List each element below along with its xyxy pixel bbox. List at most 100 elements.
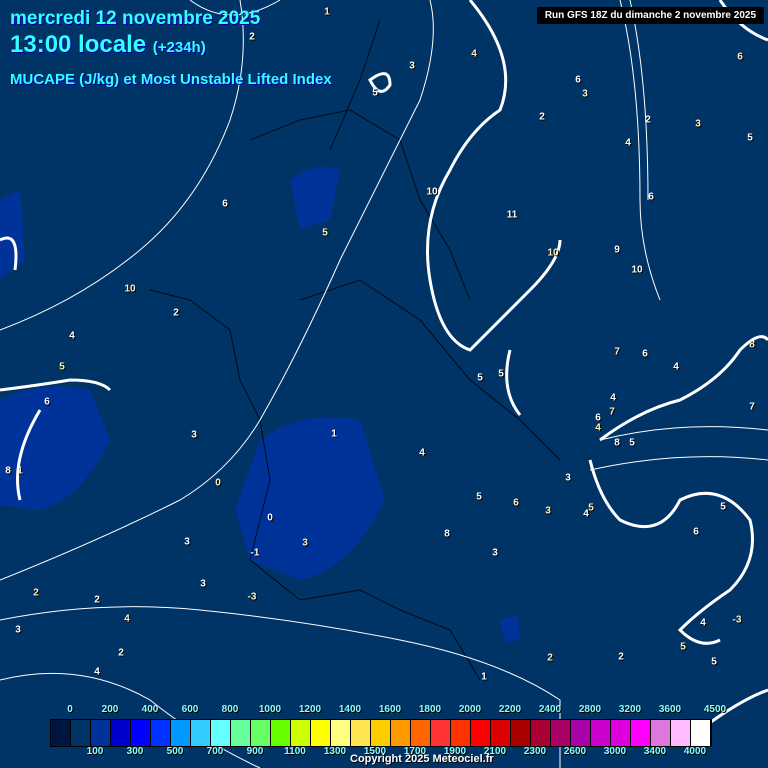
- colorbar-swatch: [331, 720, 351, 746]
- contour-label: 2: [539, 111, 545, 123]
- contour-label: 10: [631, 264, 643, 276]
- colorbar-swatch: [131, 720, 151, 746]
- colorbar-bottom-label: 3400: [643, 746, 667, 757]
- contour-label: 2: [645, 114, 651, 126]
- colorbar-swatch: [291, 720, 311, 746]
- contour-label: 6: [222, 198, 228, 210]
- run-info: Run GFS 18Z du dimanche 2 novembre 2025: [536, 7, 764, 24]
- colorbar-swatch: [271, 720, 291, 746]
- colorbar: [50, 719, 712, 747]
- contour-label: 3: [492, 547, 498, 559]
- contour-label: 5: [477, 372, 483, 384]
- colorbar-swatch: [151, 720, 171, 746]
- colorbar-swatch: [631, 720, 651, 746]
- contour-label: 4: [673, 361, 679, 373]
- colorbar-top-label: 4500: [703, 704, 727, 715]
- contour-label: 1: [17, 465, 23, 477]
- colorbar-bottom-label: 1100: [284, 746, 306, 757]
- contour-label: 3: [302, 537, 308, 549]
- contour-label: 10: [547, 247, 559, 259]
- colorbar-swatch: [231, 720, 251, 746]
- colorbar-swatch: [211, 720, 231, 746]
- contour-label: 10: [426, 186, 438, 198]
- colorbar-top-label: 1600: [378, 704, 402, 715]
- contour-label: 3: [200, 578, 206, 590]
- contour-label: 6: [44, 396, 50, 408]
- forecast-date: mercredi 12 novembre 2025: [10, 8, 261, 29]
- colorbar-swatch: [531, 720, 551, 746]
- colorbar-swatch: [191, 720, 211, 746]
- contour-label: 6: [648, 191, 654, 203]
- contour-label: 9: [614, 244, 620, 256]
- colorbar-swatch: [251, 720, 271, 746]
- contour-label: 4: [471, 48, 477, 60]
- colorbar-swatch: [491, 720, 511, 746]
- contour-label: 6: [642, 348, 648, 360]
- contour-label: 3: [565, 472, 571, 484]
- colorbar-top-label: 1800: [418, 704, 442, 715]
- contour-label: 2: [249, 31, 255, 43]
- colorbar-top-label: 1000: [258, 704, 282, 715]
- contour-label: 2: [618, 651, 624, 663]
- contour-label: 7: [749, 401, 755, 413]
- contour-label: 7: [609, 406, 615, 418]
- colorbar-swatch: [111, 720, 131, 746]
- thin-contours: [0, 0, 768, 768]
- colorbar-top-label: 2400: [538, 704, 562, 715]
- contour-label: 0: [215, 477, 221, 489]
- colorbar-bottom-label: 300: [126, 746, 144, 757]
- contour-label: 5: [372, 87, 378, 99]
- contour-label: 6: [693, 526, 699, 538]
- colorbar-swatch: [431, 720, 451, 746]
- colorbar-bottom-label: 3000: [603, 746, 627, 757]
- li-zero-contours: [0, 0, 768, 732]
- contour-label: 5: [720, 501, 726, 513]
- colorbar-swatch: [671, 720, 691, 746]
- colorbar-swatch: [591, 720, 611, 746]
- colorbar-swatch: [171, 720, 191, 746]
- colorbar-swatch: [371, 720, 391, 746]
- colorbar-top-label: 400: [141, 704, 159, 715]
- colorbar-swatch: [551, 720, 571, 746]
- contour-label: 5: [747, 132, 753, 144]
- contour-label: 5: [629, 437, 635, 449]
- colorbar-swatch: [451, 720, 471, 746]
- colorbar-swatch: [311, 720, 331, 746]
- colorbar-top-label: 1400: [338, 704, 362, 715]
- contour-label: 5: [59, 361, 65, 373]
- contour-label: 7: [614, 346, 620, 358]
- contour-label: 5: [498, 368, 504, 380]
- colorbar-bottom-label: 500: [166, 746, 184, 757]
- colorbar-top-label: 600: [181, 704, 199, 715]
- contour-label: 4: [610, 392, 616, 404]
- contour-label: 4: [595, 422, 601, 434]
- cape-shading: [0, 166, 520, 642]
- colorbar-swatch: [471, 720, 491, 746]
- coastlines-borders: [149, 19, 561, 681]
- contour-label: 4: [94, 666, 100, 678]
- colorbar-swatch: [391, 720, 411, 746]
- contour-label: 3: [545, 505, 551, 517]
- colorbar-top-label: 2800: [578, 704, 602, 715]
- colorbar-swatch: [651, 720, 671, 746]
- contour-label: 2: [33, 587, 39, 599]
- map-canvas: [0, 0, 768, 768]
- colorbar-top-label: 2000: [458, 704, 482, 715]
- colorbar-swatch: [351, 720, 371, 746]
- colorbar-top-label: 2200: [498, 704, 522, 715]
- contour-label: 8: [5, 465, 11, 477]
- colorbar-bottom-label: 100: [86, 746, 104, 757]
- colorbar-top-label: 3600: [658, 704, 682, 715]
- contour-label: 3: [15, 624, 21, 636]
- colorbar-bottom-label: 2300: [523, 746, 547, 757]
- contour-label: 5: [588, 502, 594, 514]
- contour-label: 1: [324, 6, 330, 18]
- contour-label: 3: [695, 118, 701, 130]
- colorbar-bottom-label: 2600: [563, 746, 587, 757]
- contour-label: 2: [173, 307, 179, 319]
- contour-label: 8: [444, 528, 450, 540]
- colorbar-top-label: 3200: [618, 704, 642, 715]
- local-time: 13:00 locale: [10, 31, 147, 58]
- colorbar-bottom-label: 1300: [323, 746, 347, 757]
- colorbar-swatch: [91, 720, 111, 746]
